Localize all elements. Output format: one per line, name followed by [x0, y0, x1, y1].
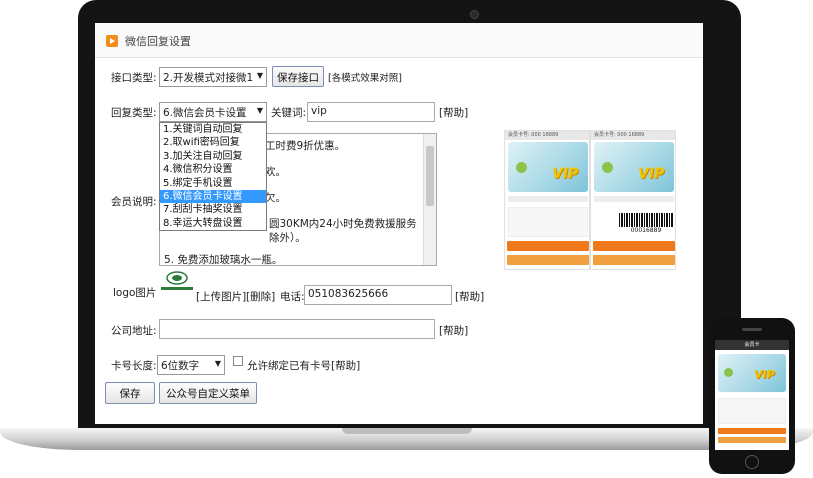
laptop-base-notch	[342, 428, 472, 434]
address-label: 公司地址:	[111, 325, 157, 337]
barcode-image	[619, 213, 673, 227]
delete-image-link[interactable]: [删除]	[246, 289, 275, 304]
vip-card-image: VIP	[508, 142, 588, 192]
description-line: 欢。	[265, 166, 286, 178]
card-action-bar	[507, 255, 589, 265]
upload-image-link[interactable]: [上传图片]	[196, 289, 246, 304]
dropdown-option[interactable]: 4.微信积分设置	[160, 163, 266, 176]
reply-type-value: 6.微信会员卡设置	[163, 107, 247, 119]
home-button-icon	[745, 455, 759, 469]
vip-text: VIP	[552, 166, 579, 182]
dropdown-option[interactable]: 7.刮刮卡抽奖设置	[160, 203, 266, 216]
dropdown-arrow-icon: ▼	[256, 106, 263, 115]
address-help-link[interactable]: [帮助]	[439, 323, 468, 338]
save-interface-button[interactable]: 保存接口	[272, 66, 324, 87]
dropdown-option[interactable]: 1.关键词自动回复	[160, 123, 266, 136]
interface-type-label: 接口类型:	[111, 72, 157, 84]
card-logo-icon	[516, 162, 527, 173]
card-logo-icon	[724, 368, 733, 377]
phone-mockup: 会员卡 VIP	[709, 318, 795, 474]
card-logo-icon	[602, 162, 613, 173]
phone-info-block	[718, 398, 786, 424]
logo-label: logo图片	[113, 287, 157, 299]
save-button[interactable]: 保存	[105, 382, 155, 404]
dropdown-option-selected[interactable]: 6.微信会员卡设置	[160, 189, 266, 204]
page-title: 微信回复设置	[125, 35, 191, 48]
compare-modes-link[interactable]: [各模式效果对照]	[328, 70, 402, 84]
card-number: 会员卡号: 000 16889	[505, 131, 589, 140]
phone-nav-title: 会员卡	[715, 340, 789, 350]
card-number: 会员卡号: 000 16889	[591, 131, 675, 140]
keyword-help-link[interactable]: [帮助]	[439, 105, 468, 120]
keyword-input[interactable]: vip	[307, 102, 435, 122]
description-line: 5. 免费添加玻璃水一瓶。	[164, 254, 283, 266]
vip-text: VIP	[638, 166, 665, 182]
card-divider	[508, 196, 588, 202]
card-info-block	[508, 207, 588, 237]
phone-speaker	[742, 328, 762, 331]
dropdown-option[interactable]: 8.幸运大转盘设置	[160, 217, 266, 230]
interface-type-select[interactable]: 2.开发模式对接微1 ▼	[159, 67, 267, 87]
reply-type-dropdown-list[interactable]: 1.关键词自动回复 2.取wifi密码回复 3.加关注自动回复 4.微信积分设置…	[159, 122, 267, 231]
description-line: 除外）。	[269, 232, 306, 244]
description-line: 欠。	[265, 192, 286, 204]
interface-type-value: 2.开发模式对接微1	[163, 72, 254, 84]
barcode-number: 00016889	[630, 227, 662, 234]
dropdown-arrow-icon: ▼	[256, 71, 263, 80]
reply-type-select[interactable]: 6.微信会员卡设置 ▼	[159, 102, 267, 122]
webcam-icon	[470, 10, 479, 19]
phone-input[interactable]: 051083625666	[304, 285, 452, 305]
card-length-label: 卡号长度:	[111, 360, 157, 372]
car-logo-icon	[161, 271, 193, 290]
member-card-preview-left: 会员卡号: 000 16889 VIP	[504, 130, 590, 270]
phone-label: 电话:	[280, 291, 305, 303]
dropdown-arrow-icon: ▼	[214, 359, 221, 368]
vip-card-image: VIP	[594, 142, 674, 192]
laptop-screen: 微信回复设置 接口类型: 2.开发模式对接微1 ▼ 保存接口 [各模式效果对照]…	[95, 23, 703, 424]
dropdown-option[interactable]: 3.加关注自动回复	[160, 150, 266, 163]
phone-help-link[interactable]: [帮助]	[455, 289, 484, 304]
custom-menu-button[interactable]: 公众号自定义菜单	[159, 382, 257, 404]
reply-type-label: 回复类型:	[111, 107, 157, 119]
phone-action-bar	[718, 428, 786, 434]
play-icon	[106, 35, 118, 47]
keyword-label: 关键词:	[271, 107, 307, 119]
phone-vip-card: VIP	[718, 354, 786, 392]
card-action-bar	[507, 241, 589, 251]
card-length-value: 6位数字	[161, 360, 200, 372]
member-card-preview-right: 会员卡号: 000 16889 VIP 00016889	[590, 130, 676, 270]
allow-bind-label: 允许绑定已有卡号	[247, 360, 331, 372]
card-length-help-link[interactable]: [帮助]	[331, 358, 360, 373]
product-mockup: 微信回复设置 接口类型: 2.开发模式对接微1 ▼ 保存接口 [各模式效果对照]…	[0, 0, 813, 478]
address-input[interactable]	[159, 319, 435, 339]
dropdown-option[interactable]: 5.绑定手机设置	[160, 177, 266, 190]
phone-screen: 会员卡 VIP	[715, 340, 789, 450]
scrollbar-thumb[interactable]	[426, 146, 434, 206]
card-action-bar	[593, 255, 675, 265]
description-line: 圆30KM内24小时免费救援服务	[269, 218, 417, 230]
vip-text: VIP	[754, 368, 775, 381]
textarea-scrollbar[interactable]	[423, 134, 436, 265]
app-header: 微信回复设置	[95, 23, 703, 58]
allow-bind-checkbox[interactable]	[233, 356, 243, 366]
description-line: 工时费9折优惠。	[265, 140, 346, 152]
logo-thumbnail	[159, 270, 195, 294]
phone-action-bar	[718, 437, 786, 443]
member-description-label: 会员说明:	[111, 196, 157, 208]
card-divider	[594, 196, 674, 202]
card-action-bar	[593, 241, 675, 251]
dropdown-option[interactable]: 2.取wifi密码回复	[160, 136, 266, 149]
card-length-select[interactable]: 6位数字 ▼	[157, 355, 225, 375]
